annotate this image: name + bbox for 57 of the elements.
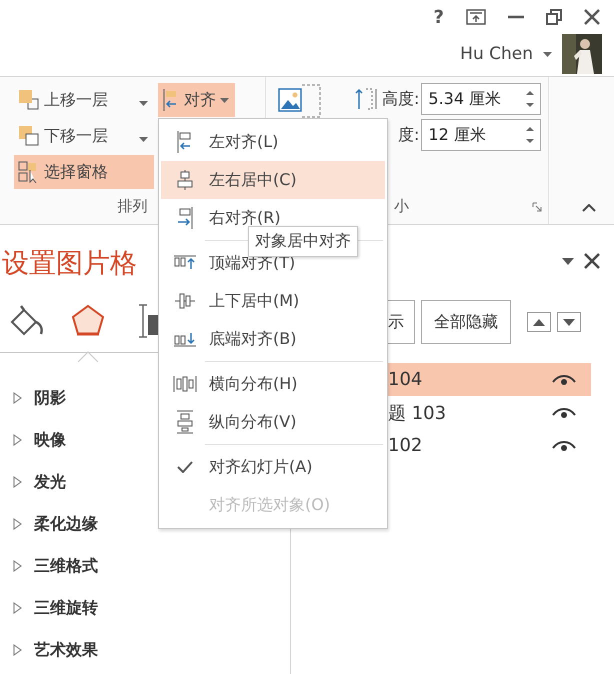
crop-picture-icon[interactable] <box>278 83 322 119</box>
caret-icon <box>139 100 148 106</box>
menu-item[interactable]: 纵向分布(V) <box>161 403 385 441</box>
ribbon-button[interactable]: 选择窗格 <box>14 155 154 189</box>
restore-icon[interactable] <box>546 9 562 25</box>
layer-icon <box>18 125 40 147</box>
align-bottom-icon <box>173 331 197 347</box>
close-icon[interactable] <box>584 253 600 269</box>
ribbon-display-icon[interactable] <box>466 9 486 25</box>
pentagon-icon <box>71 304 105 338</box>
distribute-vertical-icon <box>176 410 194 434</box>
pane-title: 设置图片格 <box>2 247 137 281</box>
caret-icon <box>139 136 148 142</box>
dialog-launcher-icon[interactable] <box>532 202 542 212</box>
menu-item[interactable]: 上下居中(M) <box>161 282 385 320</box>
help-button[interactable]: ? <box>434 6 444 28</box>
align-center-icon <box>175 169 195 191</box>
menu-item[interactable]: 左对齐(L) <box>161 123 385 161</box>
height-field[interactable]: 5.34 厘米 <box>421 83 542 115</box>
eye-icon[interactable] <box>551 438 577 452</box>
caret-icon <box>220 98 229 102</box>
move-up-button[interactable] <box>527 312 551 332</box>
collapse-ribbon-icon[interactable] <box>582 204 596 212</box>
pane-options-icon[interactable] <box>562 258 574 264</box>
tooltip: 对象居中对齐 <box>248 226 358 257</box>
pane-button[interactable]: 全部隐藏 <box>421 300 511 344</box>
group-label: 小 <box>394 197 409 216</box>
ribbon-button[interactable]: 上移一层 <box>14 83 154 117</box>
account-name[interactable]: Hu Chen <box>460 44 533 64</box>
spinner-icon[interactable] <box>526 125 534 145</box>
close-icon[interactable] <box>584 9 600 25</box>
eye-icon[interactable] <box>551 372 577 386</box>
down-triangle-icon <box>563 318 575 326</box>
ribbon-button[interactable]: 下移一层 <box>14 119 154 153</box>
eye-icon[interactable] <box>551 406 577 420</box>
align-top-icon <box>173 255 197 271</box>
group-label: 排列 <box>118 197 148 217</box>
move-down-button[interactable] <box>557 312 581 332</box>
width-field[interactable]: 12 厘米 <box>421 119 542 151</box>
minimize-icon[interactable] <box>508 15 524 19</box>
spinner-icon[interactable] <box>526 89 534 109</box>
menu-item[interactable]: 对齐幻灯片(A) <box>161 448 385 486</box>
field-label: 度: <box>398 124 420 146</box>
section-header[interactable]: 三维格式 <box>0 545 290 587</box>
align-button[interactable]: 对齐 <box>158 83 235 117</box>
up-triangle-icon <box>533 318 545 326</box>
layer-icon <box>18 89 40 111</box>
distribute-horizontal-icon <box>173 375 197 393</box>
caret-icon <box>543 52 552 56</box>
menu-item[interactable]: 底端对齐(B) <box>161 320 385 358</box>
section-header[interactable]: 三维旋转 <box>0 587 290 629</box>
pane-button[interactable]: 示 <box>388 300 415 344</box>
field-label: 高度: <box>382 88 420 110</box>
menu-item[interactable]: 左右居中(C) <box>161 161 385 199</box>
align-middle-icon <box>174 292 196 310</box>
section-header[interactable]: 艺术效果 <box>0 629 290 671</box>
align-right-icon <box>176 206 194 230</box>
